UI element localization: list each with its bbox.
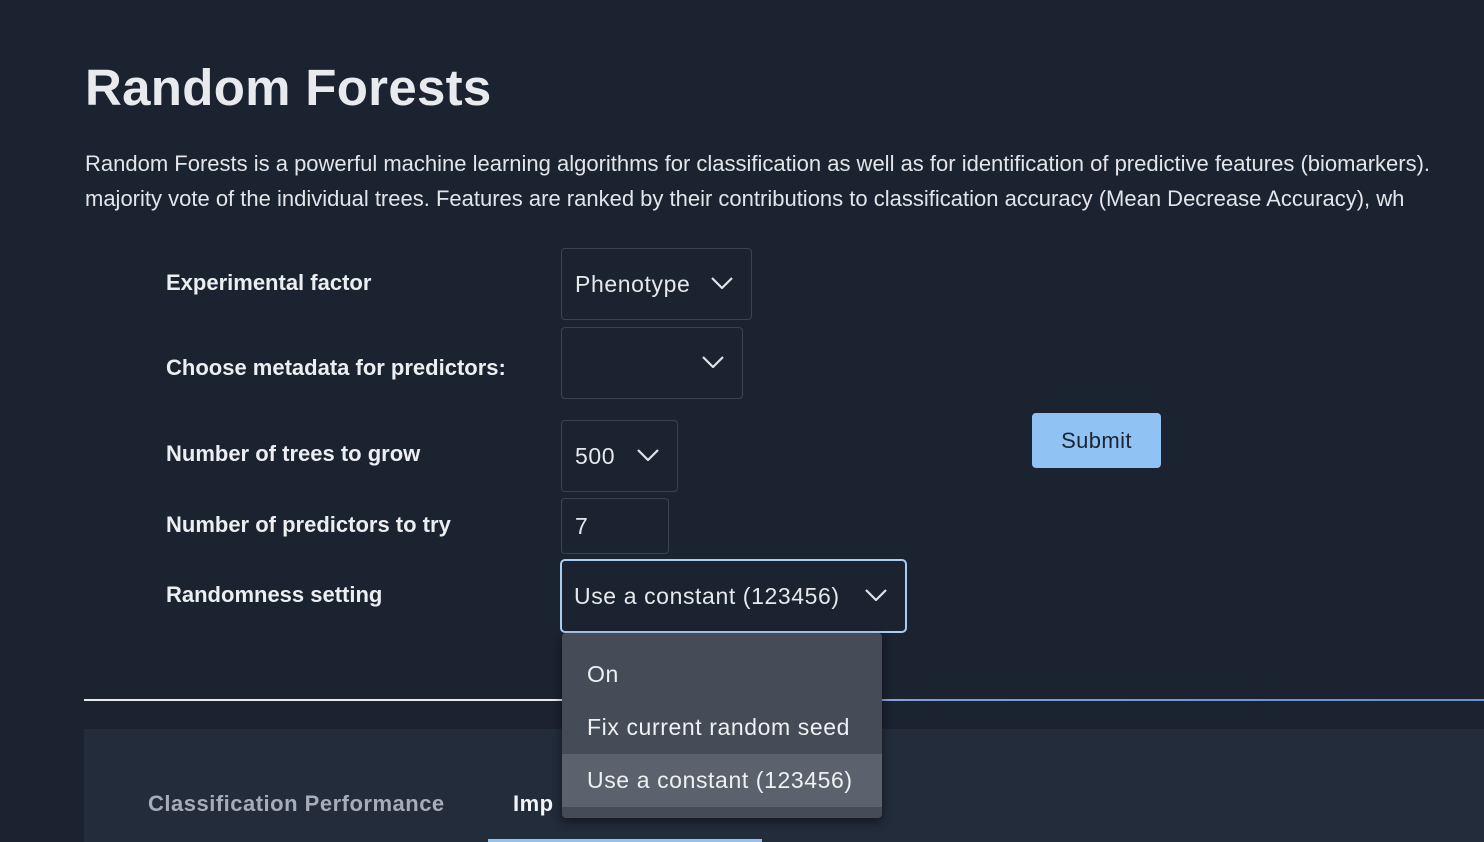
randomness-option-on[interactable]: On [562,648,882,701]
page-title: Random Forests [85,59,492,116]
page: Random Forests Random Forests is a power… [0,0,1484,842]
experimental-factor-value: Phenotype [575,270,691,297]
metadata-predictors-select[interactable] [561,327,743,399]
num-trees-label: Number of trees to grow [166,441,421,466]
randomness-dropdown-menu: On Fix current random seed Use a constan… [562,633,882,818]
randomness-option-constant[interactable]: Use a constant (123456) [562,754,882,807]
description-line-1: Random Forests is a powerful machine lea… [85,151,1431,176]
tab-importance[interactable]: Imp [513,791,554,817]
chevron-down-icon [865,589,887,601]
num-predictors-value: 7 [575,512,589,539]
experimental-factor-label: Experimental factor [166,270,372,295]
description-line-2: majority vote of the individual trees. F… [85,186,1405,211]
num-trees-select[interactable]: 500 [561,420,678,492]
num-trees-value: 500 [575,442,616,469]
randomness-option-fix-seed[interactable]: Fix current random seed [562,701,882,754]
chevron-down-icon [711,277,733,289]
randomness-value: Use a constant (123456) [574,582,840,609]
tab-classification-performance[interactable]: Classification Performance [148,791,445,817]
randomness-label: Randomness setting [166,582,383,607]
randomness-select[interactable]: Use a constant (123456) [560,559,907,633]
metadata-predictors-label: Choose metadata for predictors: [166,355,506,380]
chevron-down-icon [637,449,659,461]
page-description: Random Forests is a powerful machine lea… [85,146,1484,216]
num-predictors-input[interactable]: 7 [561,498,669,554]
experimental-factor-select[interactable]: Phenotype [561,248,752,320]
chevron-down-icon [702,356,724,368]
num-predictors-label: Number of predictors to try [166,512,451,537]
submit-button[interactable]: Submit [1032,413,1161,468]
